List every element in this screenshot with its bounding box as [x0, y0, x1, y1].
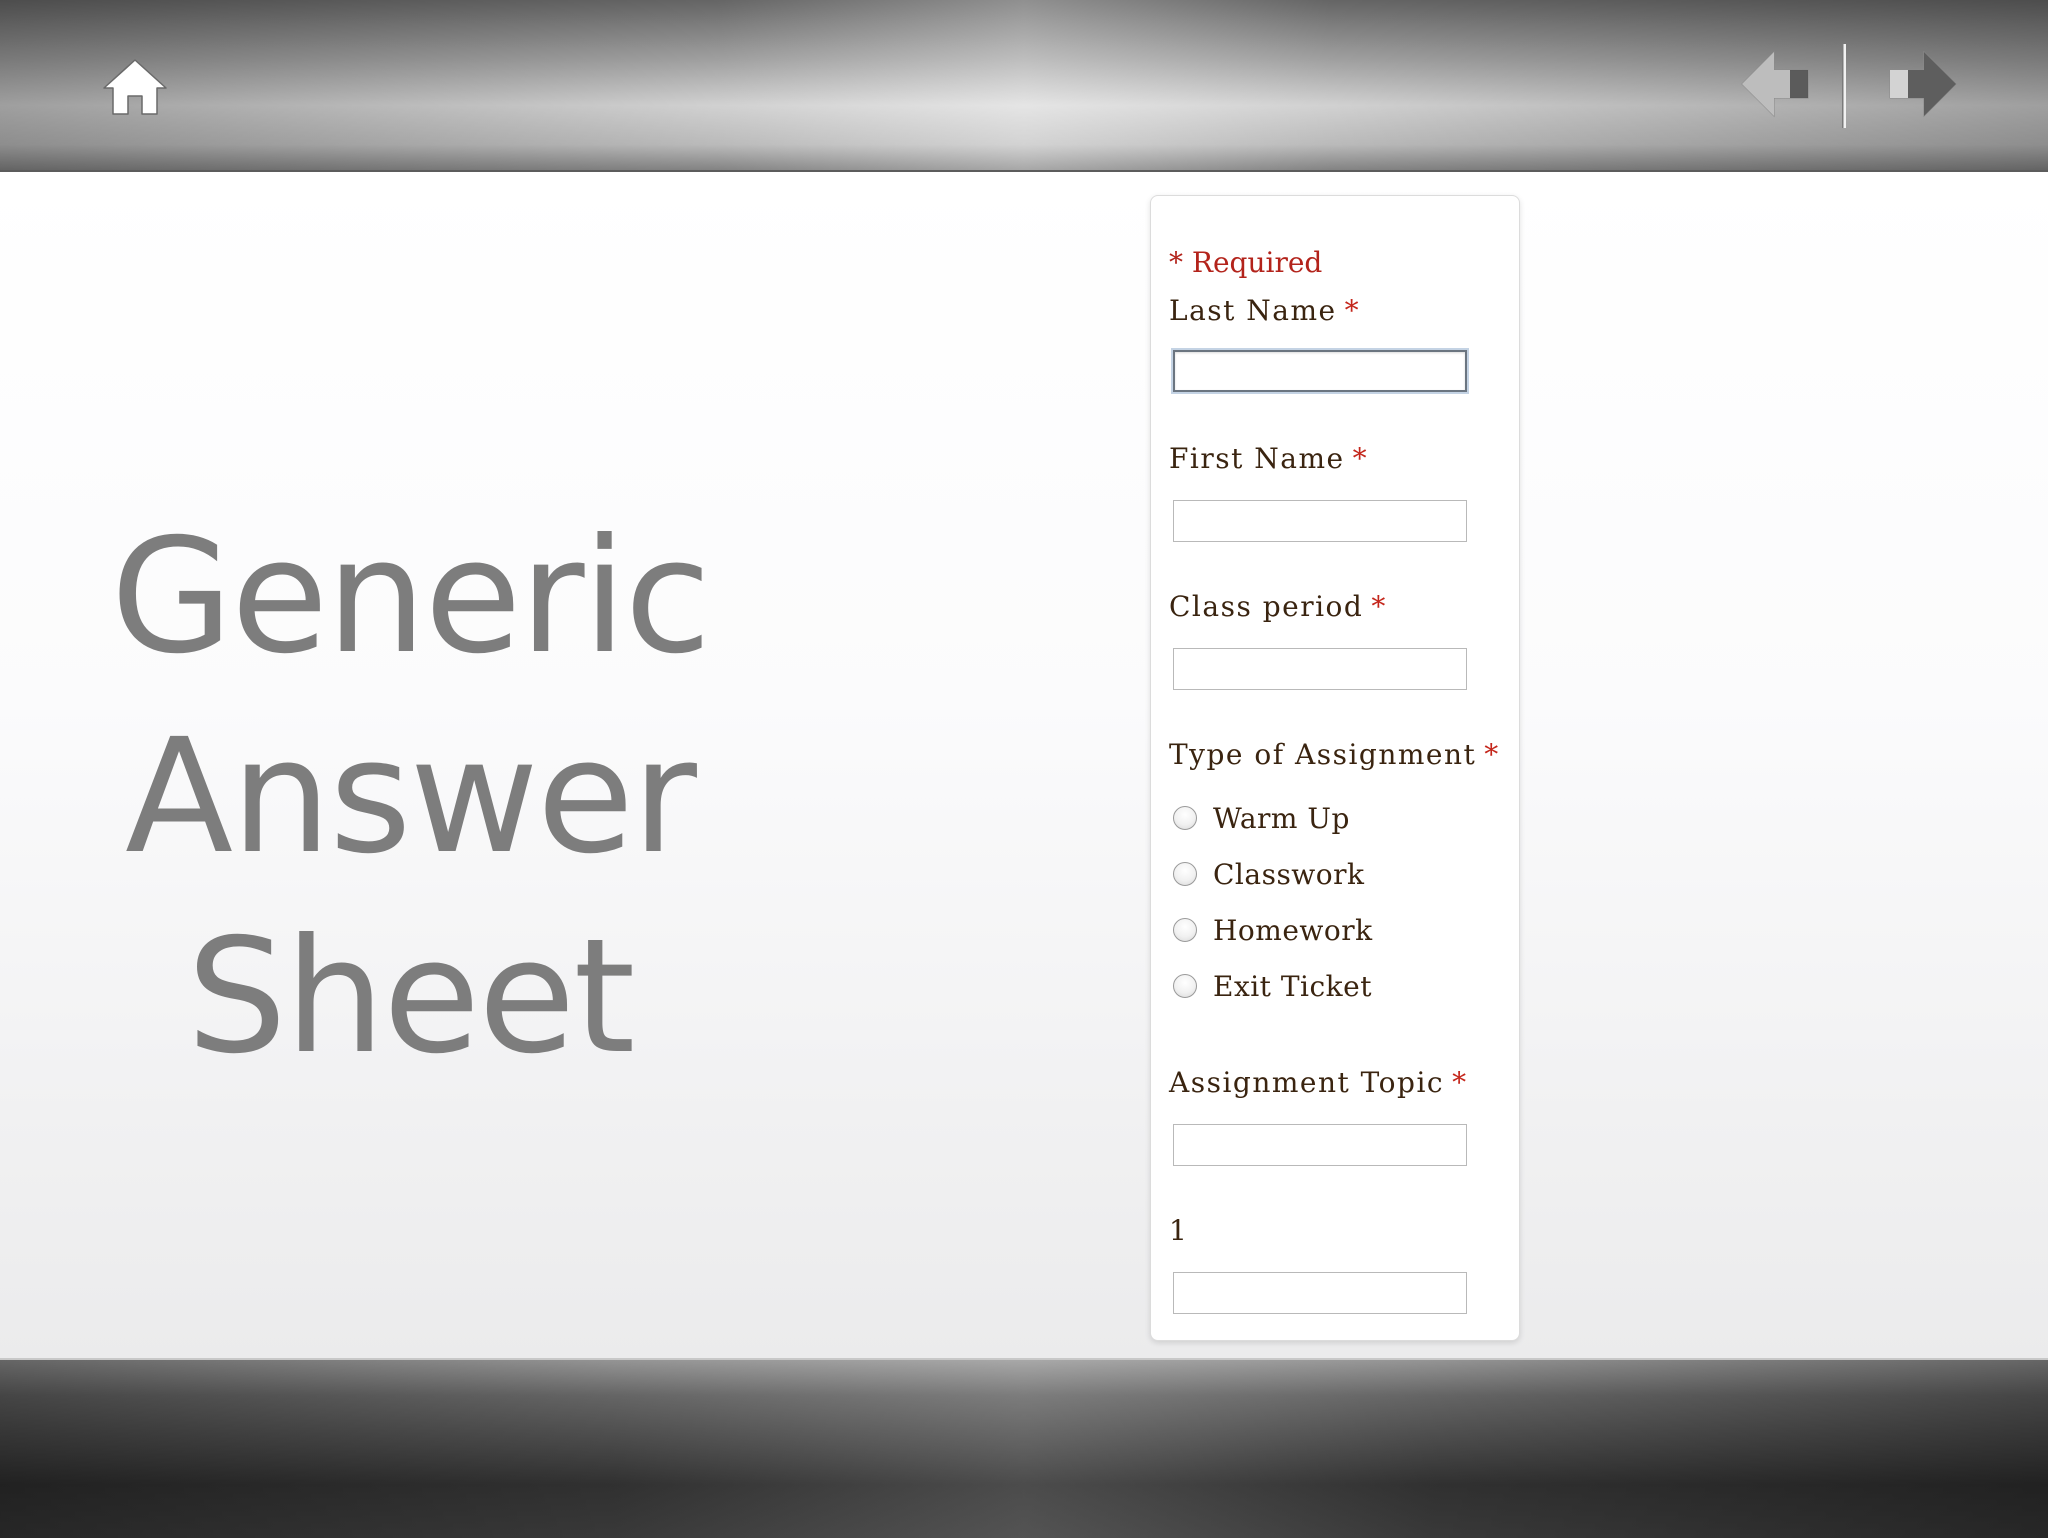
slide-title: Generic Answer Sheet	[110, 497, 712, 1097]
slide-title-line: Answer	[125, 705, 697, 889]
nav-divider	[1842, 44, 1846, 128]
arrow-left-icon	[1741, 50, 1809, 118]
assignment-type-label: Type of Assignment *	[1169, 738, 1500, 771]
radio-button[interactable]	[1173, 806, 1197, 830]
required-asterisk: *	[1452, 1066, 1468, 1099]
home-button[interactable]	[100, 56, 170, 118]
radio-label: Exit Ticket	[1213, 969, 1372, 1003]
last-name-label: Last Name *	[1169, 294, 1360, 327]
radio-button[interactable]	[1173, 974, 1197, 998]
class-period-input[interactable]	[1173, 648, 1467, 690]
radio-label: Homework	[1213, 913, 1373, 947]
bottom-toolbar	[0, 1358, 2048, 1538]
assignment-topic-input[interactable]	[1173, 1124, 1467, 1166]
radio-label: Classwork	[1213, 857, 1365, 891]
slide-title-line: Generic	[110, 505, 712, 689]
required-asterisk: *	[1344, 294, 1361, 327]
required-asterisk: *	[1352, 442, 1369, 475]
first-name-label: First Name *	[1169, 442, 1368, 475]
class-period-label: Class period *	[1169, 590, 1387, 623]
last-name-input[interactable]	[1173, 350, 1467, 392]
radio-option-classwork[interactable]: Classwork	[1173, 856, 1365, 892]
first-name-label-text: First Name	[1169, 442, 1345, 475]
arrow-right-icon	[1889, 50, 1957, 118]
radio-option-homework[interactable]: Homework	[1173, 912, 1373, 948]
assignment-topic-label-text: Assignment Topic	[1169, 1066, 1445, 1099]
radio-option-warm-up[interactable]: Warm Up	[1173, 800, 1350, 836]
first-name-input[interactable]	[1173, 500, 1467, 542]
assignment-topic-label: Assignment Topic *	[1169, 1066, 1468, 1099]
answer-form: * Required Last Name * First Name * Class …	[1150, 195, 1520, 1341]
required-note: * Required	[1169, 246, 1323, 279]
required-asterisk: *	[1371, 590, 1387, 623]
top-toolbar	[0, 0, 2048, 172]
class-period-label-text: Class period	[1169, 590, 1364, 623]
home-icon	[103, 59, 167, 115]
question-1-input[interactable]	[1173, 1272, 1467, 1314]
radio-label: Warm Up	[1213, 801, 1350, 835]
slide-content: Generic Answer Sheet * Required Last Nam…	[0, 172, 2048, 1358]
next-slide-button[interactable]	[1878, 48, 1960, 120]
slide-title-line: Sheet	[186, 905, 636, 1089]
assignment-type-label-text: Type of Assignment	[1169, 738, 1477, 771]
required-asterisk: *	[1484, 738, 1500, 771]
previous-slide-button[interactable]	[1738, 48, 1820, 120]
radio-button[interactable]	[1173, 862, 1197, 886]
question-1-label-text: 1	[1169, 1214, 1189, 1247]
radio-button[interactable]	[1173, 918, 1197, 942]
question-1-label: 1	[1169, 1214, 1188, 1247]
radio-option-exit-ticket[interactable]: Exit Ticket	[1173, 968, 1372, 1004]
last-name-label-text: Last Name	[1169, 294, 1337, 327]
